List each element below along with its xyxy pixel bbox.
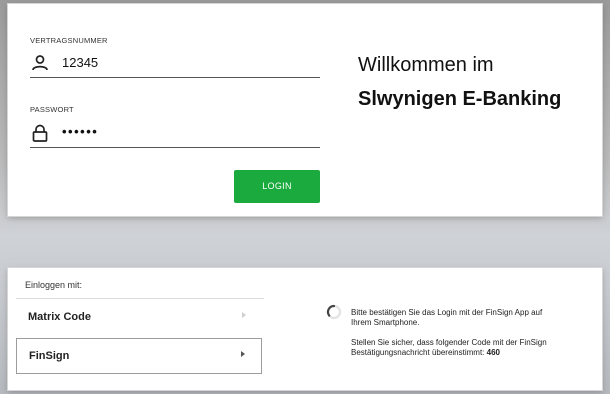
method-item-matrix-code[interactable]: Matrix Code — [16, 300, 262, 336]
contract-number-label: VERTRAGSNUMMER — [30, 36, 108, 45]
login-method-panel: Einloggen mit: Matrix Code FinSign Bitte… — [8, 268, 602, 390]
finsign-code-line: Stellen Sie sicher, dass folgender Code … — [351, 338, 547, 347]
finsign-code-text: Stellen Sie sicher, dass folgender Code … — [351, 338, 596, 358]
welcome-heading: Willkommen im — [358, 54, 494, 76]
bank-name-heading: Slwynigen E-Banking — [358, 88, 562, 110]
loading-spinner-icon — [326, 304, 342, 320]
login-with-label: Einloggen mit: — [25, 280, 83, 290]
chevron-right-icon — [242, 312, 246, 318]
finsign-code-line: Bestätigungsnachricht übereinstimmt: 460 — [351, 348, 596, 358]
user-icon — [32, 55, 48, 71]
login-panel: VERTRAGSNUMMER 12345 PASSWORT •••••• Wil… — [8, 4, 602, 216]
method-item-finsign[interactable]: FinSign — [16, 338, 262, 374]
password-value: •••••• — [62, 124, 99, 139]
password-field[interactable]: •••••• — [30, 121, 320, 148]
finsign-code-line-text: Bestätigungsnachricht übereinstimmt: — [351, 348, 485, 357]
method-label: FinSign — [29, 350, 70, 362]
finsign-confirm-line: Bitte bestätigen Sie das Login mit der F… — [351, 308, 543, 317]
lock-icon — [32, 124, 48, 142]
contract-number-field[interactable]: 12345 — [30, 51, 320, 78]
divider — [16, 298, 264, 299]
login-button[interactable]: LOGIN — [234, 170, 320, 203]
finsign-confirm-text: Bitte bestätigen Sie das Login mit der F… — [351, 308, 596, 328]
chevron-right-icon — [241, 351, 245, 357]
finsign-confirm-line: Ihrem Smartphone. — [351, 318, 420, 327]
password-label: PASSWORT — [30, 105, 74, 114]
finsign-code-value: 460 — [486, 348, 500, 357]
contract-number-value: 12345 — [62, 55, 99, 70]
method-label: Matrix Code — [28, 311, 91, 323]
